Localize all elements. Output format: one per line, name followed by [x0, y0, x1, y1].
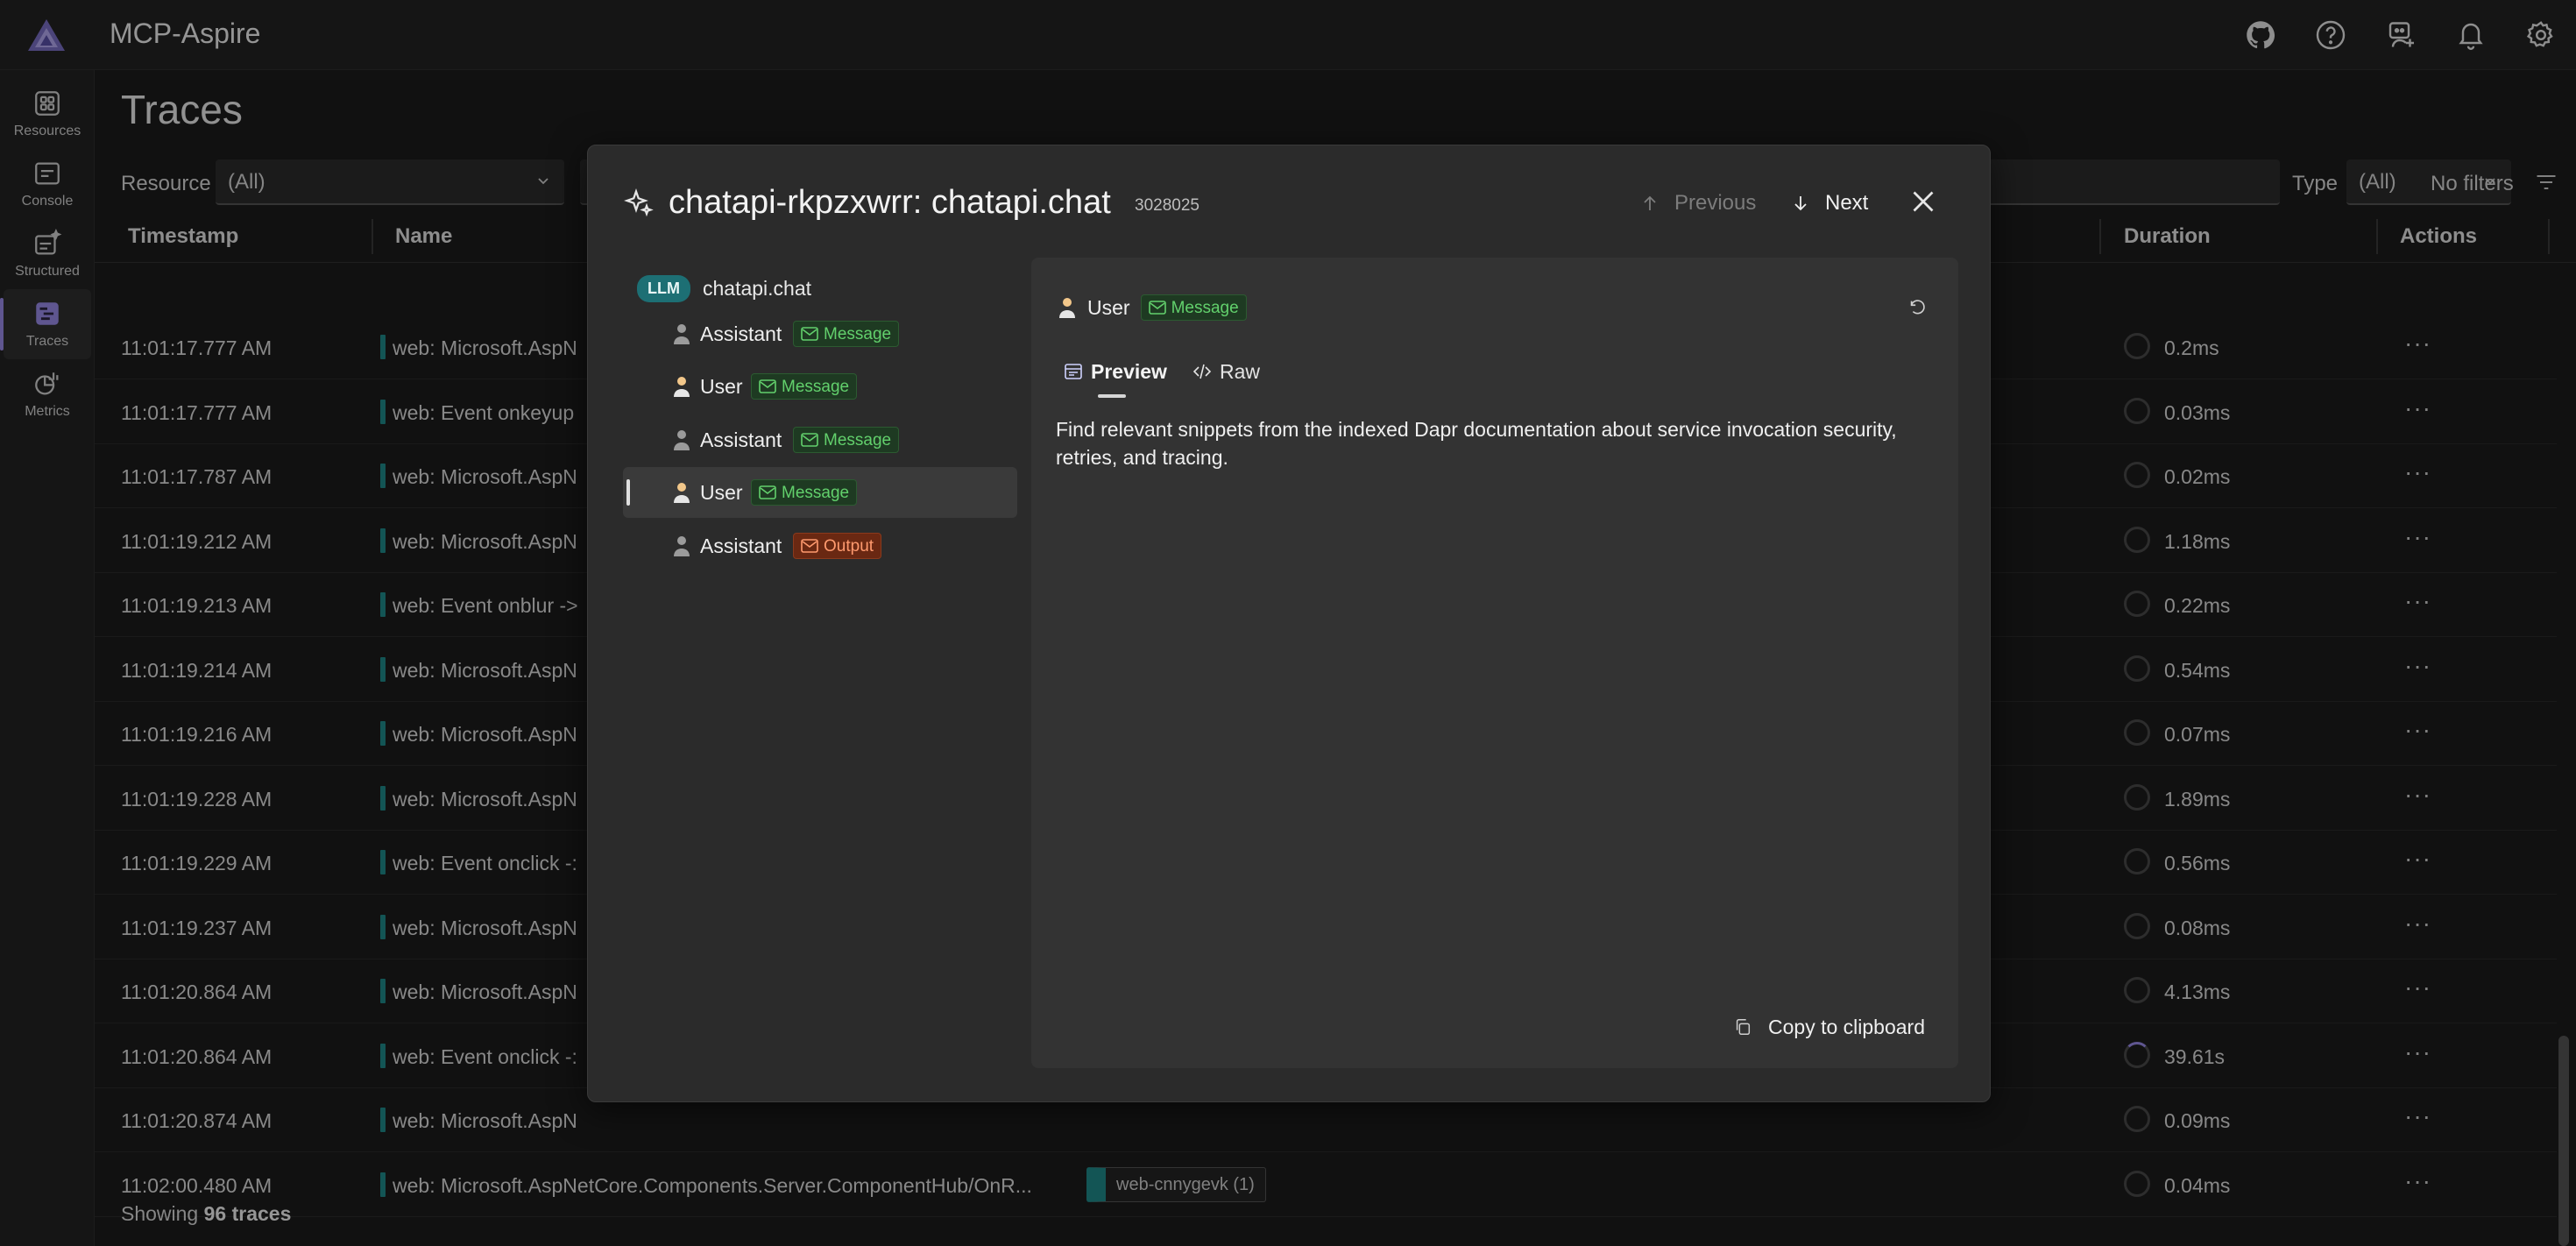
message-tag-label: Message	[1171, 299, 1239, 317]
tree-root[interactable]: LLM chatapi.chat	[637, 273, 811, 303]
copy-label: Copy to clipboard	[1768, 1015, 1925, 1038]
message-tag-label: Message	[824, 325, 892, 343]
envelope-icon	[801, 539, 818, 553]
message-content: Find relevant snippets from the indexed …	[1056, 418, 1897, 469]
message-tag: Message	[1140, 294, 1247, 321]
message-tag-label: Message	[824, 431, 892, 450]
detail-role: User	[1087, 295, 1130, 319]
message-tag-label: Message	[782, 484, 850, 502]
envelope-icon	[801, 327, 818, 341]
llm-badge: LLM	[637, 274, 690, 302]
output-tag-label: Output	[824, 537, 874, 556]
tree-item-user[interactable]: User Message	[623, 361, 1017, 412]
genai-span-dialog: chatapi-rkpzxwrr: chatapi.chat 3028025 P…	[587, 145, 1991, 1102]
preview-icon	[1065, 364, 1082, 379]
sparkle-icon	[624, 188, 654, 217]
copy-icon	[1736, 1019, 1751, 1035]
person-icon	[674, 324, 690, 344]
tree-item-label: User	[700, 481, 743, 504]
tab-preview[interactable]: Preview	[1063, 354, 1167, 398]
tab-preview-label: Preview	[1091, 359, 1167, 383]
detail-header: User Message	[1058, 293, 1247, 322]
tree-item-assistant[interactable]: Assistant Message	[623, 308, 1017, 359]
envelope-icon	[1148, 301, 1166, 315]
person-icon	[674, 483, 690, 503]
detail-tabs: Preview Raw	[1063, 354, 1284, 398]
person-icon	[1059, 298, 1075, 318]
tree-item-label: User	[700, 375, 743, 398]
tree-item-label: Assistant	[700, 322, 782, 345]
tree-item-label: Assistant	[700, 428, 782, 451]
previous-button[interactable]: Previous	[1639, 189, 1756, 217]
copy-to-clipboard-button[interactable]: Copy to clipboard	[1733, 1012, 1925, 1042]
next-label: Next	[1825, 191, 1869, 215]
tab-raw-label: Raw	[1219, 359, 1260, 383]
person-icon	[674, 377, 690, 397]
message-tag: Message	[793, 427, 900, 453]
envelope-icon	[759, 485, 776, 499]
previous-label: Previous	[1674, 191, 1757, 215]
person-icon	[674, 536, 690, 556]
dialog-title: chatapi-rkpzxwrr: chatapi.chat	[669, 184, 1111, 221]
span-id: 3028025	[1135, 196, 1200, 215]
next-button[interactable]: Next	[1790, 189, 1868, 217]
tree-item-user-selected[interactable]: User Message	[623, 467, 1017, 518]
output-tag: Output	[793, 533, 882, 559]
close-icon[interactable]	[1907, 186, 1939, 217]
reset-icon[interactable]	[1907, 298, 1927, 317]
message-detail-panel: User Message Preview Raw Find relevant s…	[1031, 258, 1958, 1068]
envelope-icon	[759, 379, 776, 393]
envelope-icon	[801, 433, 818, 447]
tab-raw[interactable]: Raw	[1192, 354, 1260, 389]
person-icon	[674, 430, 690, 450]
tree-item-assistant[interactable]: Assistant Message	[623, 414, 1017, 465]
message-tag: Message	[751, 479, 858, 506]
arrow-up-icon	[1644, 195, 1656, 210]
arrow-down-icon	[1794, 196, 1807, 211]
code-icon	[1192, 364, 1212, 379]
tree-root-label: chatapi.chat	[702, 276, 812, 300]
message-tag: Message	[751, 373, 858, 400]
tree-item-assistant-output[interactable]: Assistant Output	[623, 520, 1017, 571]
message-tag-label: Message	[782, 378, 850, 396]
tree-item-label: Assistant	[700, 535, 782, 557]
message-tag: Message	[793, 321, 900, 347]
